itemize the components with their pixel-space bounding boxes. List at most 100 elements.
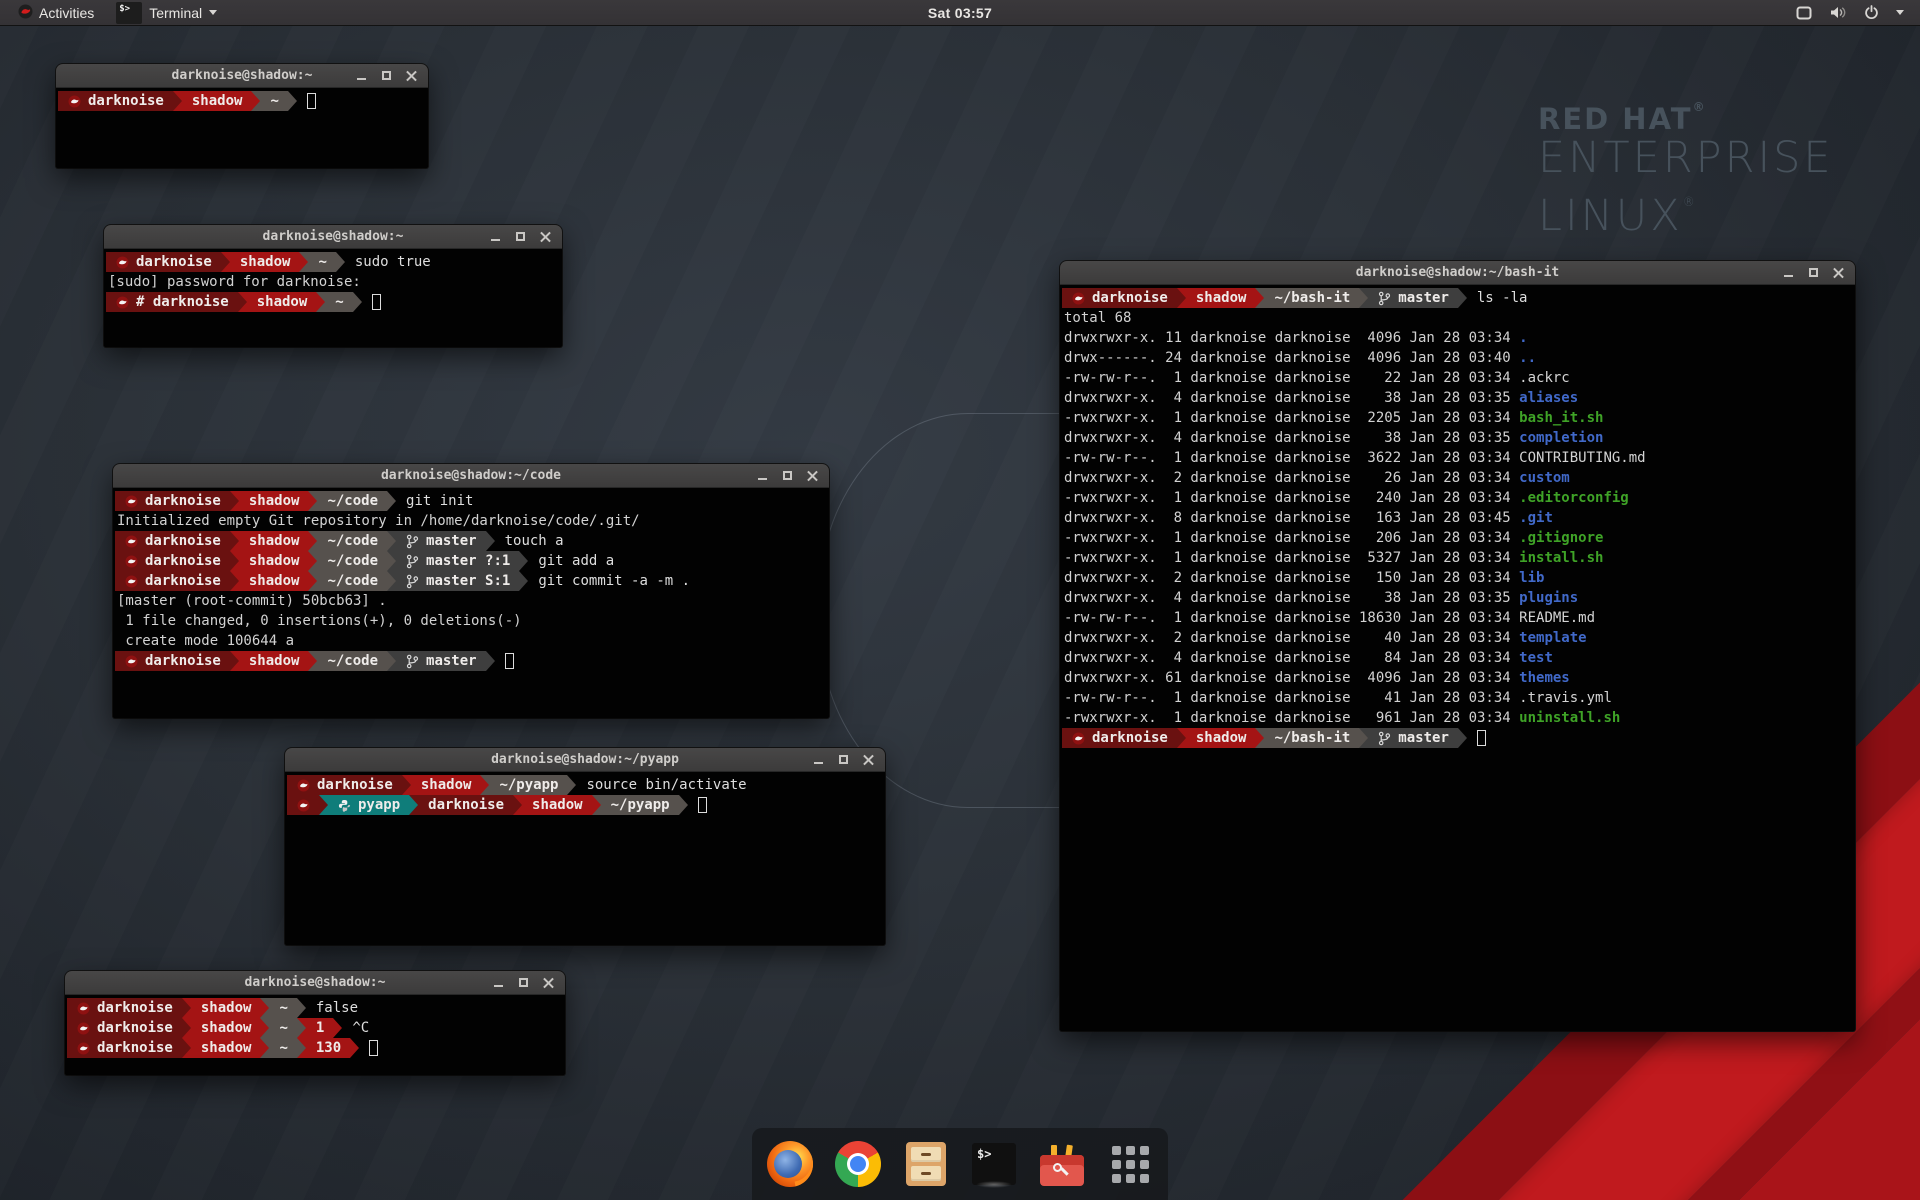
terminal-body[interactable]: darknoiseshadow~/codegit initInitialized…	[113, 488, 829, 671]
maximize-icon[interactable]	[781, 469, 794, 482]
prompt-segment-gray: ~/code	[317, 571, 387, 591]
command-text: sudo true	[355, 252, 431, 272]
powerline-separator	[387, 491, 396, 511]
app-menu[interactable]: $> Terminal	[110, 0, 223, 26]
terminal-body[interactable]: darknoiseshadow~/bash-itmasterls -latota…	[1060, 285, 1855, 748]
activities-label: Activities	[39, 5, 94, 21]
window-titlebar[interactable]: darknoise@shadow:~	[56, 64, 428, 88]
close-icon[interactable]	[542, 976, 555, 989]
maximize-icon[interactable]	[517, 976, 530, 989]
powerline-separator	[288, 91, 297, 111]
powerline-separator	[592, 795, 601, 815]
close-icon[interactable]	[806, 469, 819, 482]
powerline-separator	[402, 775, 411, 795]
terminal-line: darknoiseshadow~false	[67, 998, 565, 1018]
minimize-icon[interactable]	[355, 69, 368, 82]
minimize-icon[interactable]	[489, 230, 502, 243]
prompt-segment-red: shadow	[522, 795, 592, 815]
maximize-icon[interactable]	[514, 230, 527, 243]
terminal-line: -rw-rw-r--. 1 darknoise darknoise 22 Jan…	[1062, 368, 1855, 388]
prompt-segment-maroon: darknoise	[106, 252, 221, 272]
window-title: darknoise@shadow:~/bash-it	[1060, 265, 1855, 280]
prompt-segment-gray: ~	[325, 292, 352, 312]
close-icon[interactable]	[539, 230, 552, 243]
close-icon[interactable]	[862, 753, 875, 766]
terminal-icon[interactable]: $>	[971, 1141, 1017, 1187]
terminal-body[interactable]: darknoiseshadow~falsedarknoiseshadow~1^C…	[65, 995, 565, 1058]
ls-entry-filename: test	[1519, 650, 1553, 666]
close-icon[interactable]	[1832, 266, 1845, 279]
powerline-separator	[260, 1038, 269, 1058]
volume-icon[interactable]	[1829, 5, 1847, 20]
terminal-line: 1 file changed, 0 insertions(+), 0 delet…	[115, 611, 829, 631]
ls-entry-filename: .git	[1519, 510, 1553, 526]
window-titlebar[interactable]: darknoise@shadow:~	[65, 971, 565, 995]
prompt-segment-gray: ~/code	[317, 491, 387, 511]
terminal-line: darknoiseshadow~sudo true	[106, 252, 562, 272]
minimize-icon[interactable]	[1782, 266, 1795, 279]
git-icon	[1378, 291, 1391, 306]
power-icon[interactable]	[1864, 5, 1879, 20]
ls-entry-meta: -rw-rw-r--. 1 darknoise darknoise 22 Jan…	[1064, 370, 1519, 386]
powerline-separator	[221, 252, 230, 272]
window-titlebar[interactable]: darknoise@shadow:~/pyapp	[285, 748, 885, 772]
display-icon[interactable]	[1796, 6, 1812, 20]
maximize-icon[interactable]	[1807, 266, 1820, 279]
window-titlebar[interactable]: darknoise@shadow:~/bash-it	[1060, 261, 1855, 285]
powerline-separator	[387, 651, 396, 671]
ls-entry-filename: custom	[1519, 470, 1570, 486]
minimize-icon[interactable]	[492, 976, 505, 989]
prompt-segment-gray: ~/code	[317, 531, 387, 551]
redhat-icon	[18, 4, 33, 22]
maximize-icon[interactable]	[837, 753, 850, 766]
terminal-body[interactable]: darknoiseshadow~	[56, 88, 428, 111]
terminal-line: create mode 100644 a	[115, 631, 829, 651]
powerline-separator	[299, 252, 308, 272]
terminal-line: -rwxrwxr-x. 1 darknoise darknoise 240 Ja…	[1062, 488, 1855, 508]
minimize-icon[interactable]	[812, 753, 825, 766]
terminal-line: drwxrwxr-x. 61 darknoise darknoise 4096 …	[1062, 668, 1855, 688]
clock[interactable]: Sat 03:57	[928, 5, 992, 21]
terminal-body[interactable]: darknoiseshadow~/pyappsource bin/activat…	[285, 772, 885, 815]
prompt-segment-gray: ~	[260, 91, 287, 111]
prompt-segment-git: master	[396, 531, 486, 551]
ls-entry-filename: ..	[1519, 350, 1536, 366]
terminal-line: -rw-rw-r--. 1 darknoise darknoise 18630 …	[1062, 608, 1855, 628]
python-icon	[338, 799, 351, 812]
maximize-icon[interactable]	[380, 69, 393, 82]
terminal-line: -rw-rw-r--. 1 darknoise darknoise 3622 J…	[1062, 448, 1855, 468]
ls-entry-meta: -rwxrwxr-x. 1 darknoise darknoise 240 Ja…	[1064, 490, 1519, 506]
terminal-window: darknoise@shadow:~ darknoiseshadow~false…	[65, 971, 565, 1075]
powerline-separator	[297, 1018, 306, 1038]
close-icon[interactable]	[405, 69, 418, 82]
ls-entry-filename: .	[1519, 330, 1527, 346]
ls-entry-meta: -rwxrwxr-x. 1 darknoise darknoise 5327 J…	[1064, 550, 1519, 566]
terminal-body[interactable]: darknoiseshadow~sudo true[sudo] password…	[104, 249, 562, 312]
ls-entry-meta: -rwxrwxr-x. 1 darknoise darknoise 2205 J…	[1064, 410, 1519, 426]
powerline-separator	[1458, 288, 1467, 308]
window-titlebar[interactable]: darknoise@shadow:~/code	[113, 464, 829, 488]
powerline-separator	[350, 1038, 359, 1058]
app-grid-icon[interactable]	[1107, 1141, 1153, 1187]
ls-entry-meta: drwxrwxr-x. 4 darknoise darknoise 38 Jan…	[1064, 390, 1519, 406]
terminal-line: darknoiseshadow~1^C	[67, 1018, 565, 1038]
redhat-icon	[77, 1002, 90, 1015]
redhat-icon	[1072, 732, 1085, 745]
activities-button[interactable]: Activities	[10, 0, 102, 26]
chevron-down-icon[interactable]	[1896, 10, 1904, 15]
files-icon[interactable]	[903, 1141, 949, 1187]
ls-entry-filename: .editorconfig	[1519, 490, 1629, 506]
prompt-segment-red: shadow	[230, 252, 300, 272]
prompt-segment-red: shadow	[191, 1038, 261, 1058]
git-icon	[406, 654, 419, 669]
terminal-line: drwxrwxr-x. 8 darknoise darknoise 163 Ja…	[1062, 508, 1855, 528]
chrome-icon[interactable]	[835, 1141, 881, 1187]
window-titlebar[interactable]: darknoise@shadow:~	[104, 225, 562, 249]
prompt-segment-maroon: darknoise	[67, 1038, 182, 1058]
window-title: darknoise@shadow:~	[65, 975, 565, 990]
firefox-icon[interactable]	[767, 1141, 813, 1187]
toolbox-icon[interactable]	[1039, 1141, 1085, 1187]
rhel-logo: RED HAT® ENTERPRISE LINUX®	[1538, 100, 1834, 238]
terminal-cursor	[1477, 730, 1486, 746]
minimize-icon[interactable]	[756, 469, 769, 482]
